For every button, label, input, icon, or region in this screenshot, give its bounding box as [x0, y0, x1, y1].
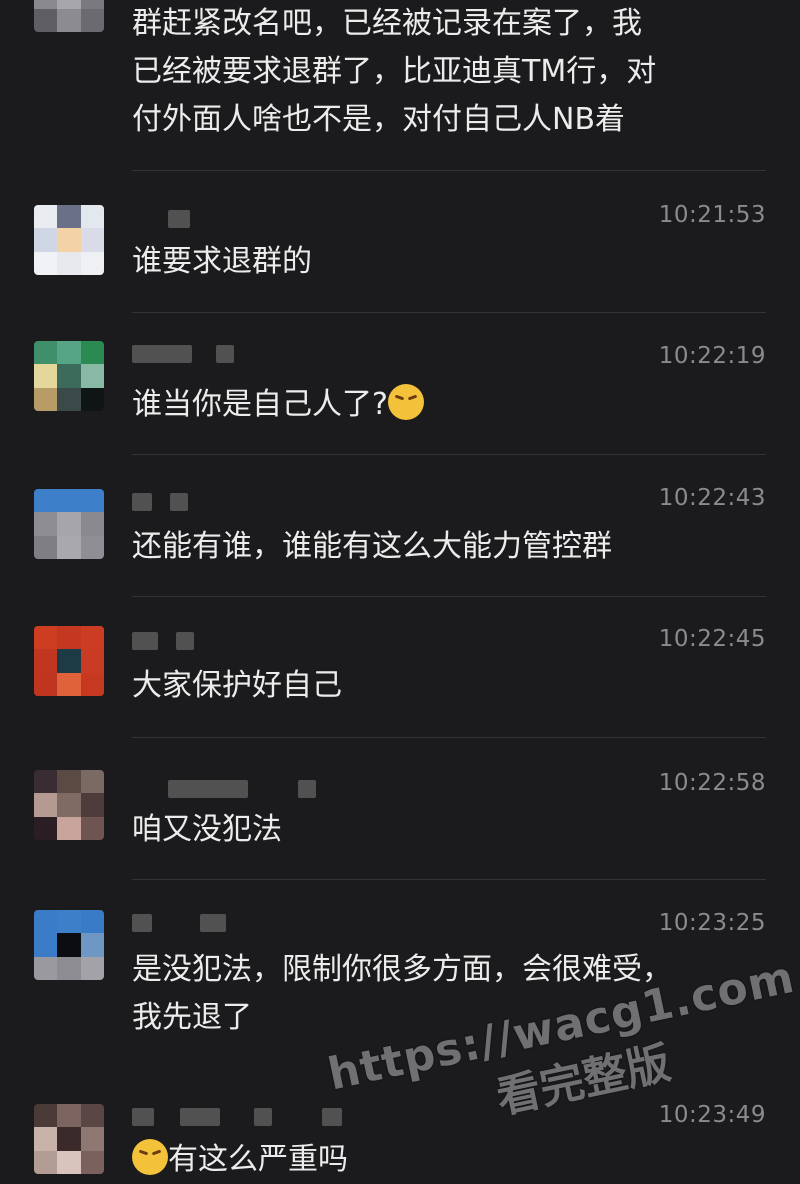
message-text: 谁要求退群的	[132, 244, 312, 279]
divider	[132, 737, 766, 738]
divider	[132, 596, 766, 597]
divider	[132, 879, 766, 880]
laughing-crying-emoji-icon	[387, 384, 424, 420]
message-text: 群赶紧改名吧，已经被记录在案了，我 已经被要求退群了，比亚迪真TM行，对 付外面…	[132, 6, 657, 137]
divider	[132, 170, 766, 171]
sender-name-blurred	[132, 491, 188, 513]
avatar[interactable]	[34, 0, 104, 32]
sender-name-blurred	[132, 208, 190, 230]
message-time: 10:22:19	[658, 343, 766, 369]
avatar[interactable]	[34, 626, 104, 696]
message-time: 10:21:53	[658, 202, 766, 228]
message-text: 咱又没犯法	[132, 812, 282, 847]
laughing-crying-emoji-icon	[132, 1139, 168, 1175]
sender-name-blurred	[132, 343, 234, 365]
divider	[132, 454, 766, 455]
message-time: 10:23:25	[658, 910, 766, 936]
avatar[interactable]	[34, 341, 104, 411]
divider	[132, 312, 766, 313]
sender-name-blurred	[132, 912, 226, 934]
avatar[interactable]	[34, 910, 104, 980]
message-time: 10:23:49	[658, 1102, 766, 1128]
message-time: 10:22:43	[658, 485, 766, 511]
sender-name-blurred	[132, 778, 316, 800]
message-time: 10:22:45	[658, 626, 766, 652]
message-text: 大家保护好自己	[132, 668, 342, 703]
avatar[interactable]	[34, 770, 104, 840]
sender-name-blurred	[132, 1106, 342, 1128]
message-text: 谁当你是自己人了?	[132, 381, 760, 429]
message-text: 还能有谁，谁能有这么大能力管控群	[132, 529, 612, 564]
message-text: 有这么严重吗	[132, 1136, 760, 1184]
message-time: 10:22:58	[658, 770, 766, 796]
sender-name-blurred	[132, 630, 194, 652]
avatar[interactable]	[34, 1104, 104, 1174]
avatar[interactable]	[34, 205, 104, 275]
avatar[interactable]	[34, 489, 104, 559]
